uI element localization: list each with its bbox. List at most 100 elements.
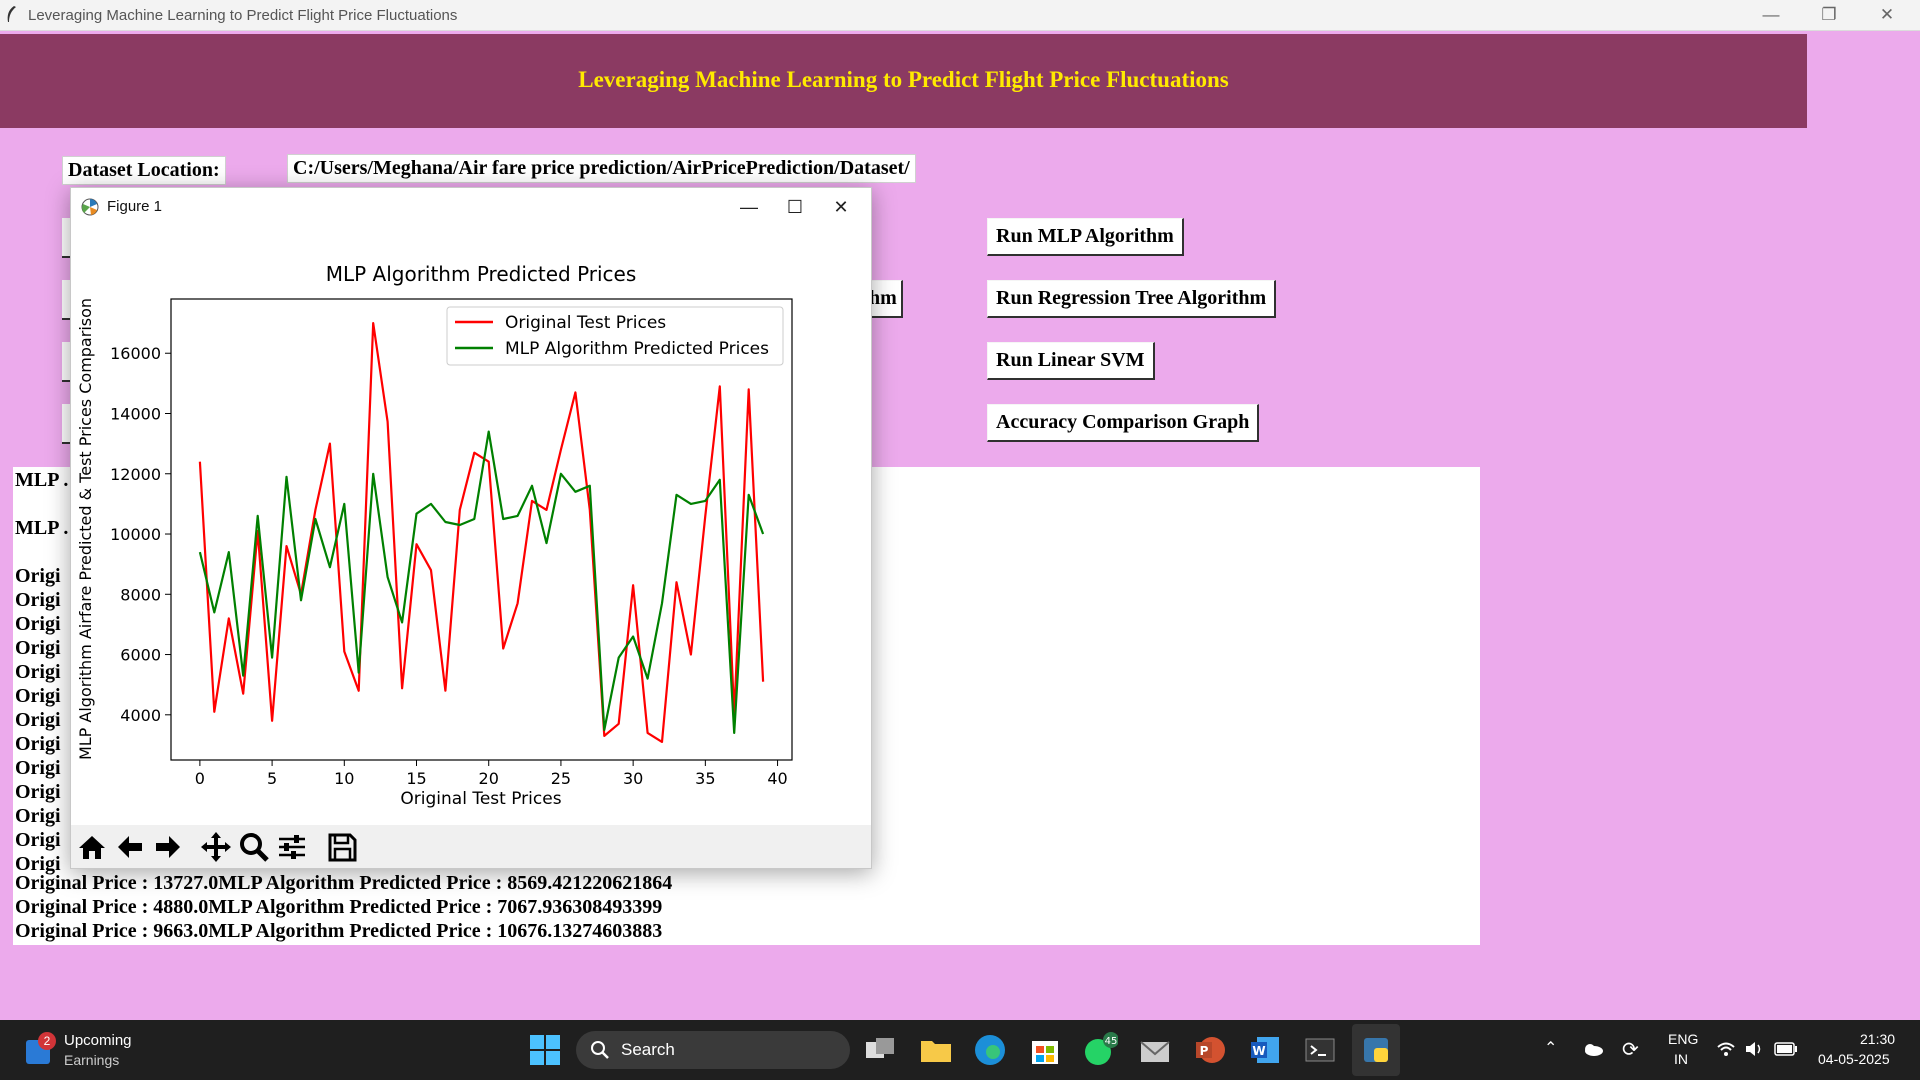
file-explorer-icon[interactable] <box>918 1032 954 1068</box>
window-title: Leveraging Machine Learning to Predict F… <box>28 7 458 24</box>
stocks-widget-icon[interactable]: 2 <box>26 1032 56 1064</box>
figure-title-bar: Figure 1 — ☐ ✕ <box>71 188 871 226</box>
volume-icon[interactable] <box>1744 1040 1764 1058</box>
legend-label-original: Original Test Prices <box>505 313 666 333</box>
x-tick-label: 20 <box>479 769 499 788</box>
close-button[interactable]: ✕ <box>1858 0 1916 30</box>
x-tick-label: 15 <box>406 769 426 788</box>
y-tick-label: 10000 <box>110 525 161 544</box>
clock-date[interactable]: 04-05-2025 <box>1818 1051 1890 1067</box>
x-tick-label: 5 <box>267 769 277 788</box>
output-line: Origi <box>15 709 61 731</box>
line-chart: 0 5 10 15 20 25 30 35 40 4000 6000 8000 10000 12000 14… <box>76 262 793 809</box>
dataset-location-label: Dataset Location: <box>62 156 226 185</box>
restore-button[interactable]: ❐ <box>1800 0 1858 30</box>
output-line: Origi <box>15 733 61 755</box>
output-line: Original Price : 9663.0MLP Algorithm Pre… <box>15 920 663 942</box>
y-tick-label: 8000 <box>120 585 161 604</box>
onedrive-icon[interactable] <box>1582 1041 1604 1057</box>
x-tick-label: 40 <box>767 769 787 788</box>
widget-title[interactable]: Upcoming <box>64 1032 132 1049</box>
search-placeholder: Search <box>621 1040 675 1059</box>
wifi-icon[interactable] <box>1716 1040 1736 1058</box>
x-axis-label: Original Test Prices <box>400 789 561 809</box>
run-mlp-button[interactable]: Run MLP Algorithm <box>987 218 1184 256</box>
save-icon[interactable] <box>325 830 359 864</box>
chart-title: MLP Algorithm Predicted Prices <box>326 262 637 286</box>
mail-icon[interactable] <box>1137 1032 1173 1068</box>
search-icon <box>591 1041 609 1059</box>
y-tick-label: 12000 <box>110 465 161 484</box>
app-header: Leveraging Machine Learning to Predict F… <box>0 34 1807 128</box>
region-indicator: IN <box>1674 1051 1688 1067</box>
word-icon[interactable]: W <box>1247 1032 1283 1068</box>
svg-text:W: W <box>1252 1044 1265 1058</box>
svg-text:45: 45 <box>1105 1036 1118 1047</box>
output-line: MLP . <box>15 469 69 491</box>
x-tick-label: 30 <box>623 769 643 788</box>
chevron-up-icon[interactable]: ⌃ <box>1544 1038 1557 1058</box>
page-title: Leveraging Machine Learning to Predict F… <box>578 67 1229 92</box>
edge-icon[interactable] <box>972 1032 1008 1068</box>
y-axis-label: MLP Algorithm Airfare Predicted & Test P… <box>76 298 95 760</box>
window-title-bar: Leveraging Machine Learning to Predict F… <box>0 0 1920 31</box>
figure-toolbar <box>71 825 871 868</box>
x-tick-label: 10 <box>334 769 354 788</box>
feather-icon <box>7 6 16 22</box>
output-line: Original Price : 4880.0MLP Algorithm Pre… <box>15 896 663 918</box>
accuracy-comparison-button[interactable]: Accuracy Comparison Graph <box>987 404 1260 442</box>
whatsapp-icon[interactable]: 45 <box>1082 1032 1118 1068</box>
back-icon[interactable] <box>113 830 147 864</box>
run-linear-svm-button[interactable]: Run Linear SVM <box>987 342 1155 380</box>
taskbar: 2 Upcoming Earnings Search 45 P W ⌃ ⟳ EN… <box>0 1020 1920 1080</box>
figure-window[interactable]: Figure 1 — ☐ ✕ 0 5 10 15 20 25 30 35 40 4000 6000 8… <box>70 187 872 869</box>
windows-start-icon[interactable] <box>527 1032 563 1068</box>
search-box[interactable]: Search <box>576 1031 850 1069</box>
output-line: Origi <box>15 781 61 803</box>
clock-time[interactable]: 21:30 <box>1860 1031 1895 1047</box>
y-tick-label: 14000 <box>110 404 161 423</box>
terminal-icon[interactable] <box>1302 1032 1338 1068</box>
y-tick-label: 16000 <box>110 344 161 363</box>
output-line: Origi <box>15 565 61 587</box>
y-tick-label: 4000 <box>120 706 161 725</box>
minimize-button[interactable]: — <box>1742 0 1800 30</box>
task-view-icon[interactable] <box>862 1032 898 1068</box>
configure-icon[interactable] <box>275 830 309 864</box>
sync-icon[interactable]: ⟳ <box>1622 1037 1639 1062</box>
battery-icon[interactable] <box>1774 1042 1798 1056</box>
pan-icon[interactable] <box>199 830 233 864</box>
widget-subtitle: Earnings <box>64 1052 120 1068</box>
forward-icon[interactable] <box>151 830 185 864</box>
home-icon[interactable] <box>75 830 109 864</box>
legend-label-predicted: MLP Algorithm Predicted Prices <box>505 339 769 359</box>
run-regression-tree-button[interactable]: Run Regression Tree Algorithm <box>987 280 1277 318</box>
x-tick-label: 0 <box>195 769 205 788</box>
zoom-icon[interactable] <box>237 830 271 864</box>
dataset-path-field[interactable]: C:/Users/Meghana/Air fare price predicti… <box>287 154 916 183</box>
output-line: Origi <box>15 637 61 659</box>
x-tick-label: 35 <box>695 769 715 788</box>
output-line: Origi <box>15 829 61 851</box>
output-line: Origi <box>15 805 61 827</box>
y-tick-label: 6000 <box>120 646 161 665</box>
store-icon[interactable] <box>1027 1032 1063 1068</box>
output-line: MLP . <box>15 517 69 539</box>
output-line: Origi <box>15 685 61 707</box>
series-line-original <box>198 321 765 744</box>
python-icon[interactable] <box>1358 1032 1394 1068</box>
language-indicator[interactable]: ENG <box>1668 1031 1698 1047</box>
legend: Original Test Prices MLP Algorithm Predi… <box>446 306 784 366</box>
output-line: Origi <box>15 589 61 611</box>
figure-title: Figure 1 <box>107 198 163 215</box>
output-line: Origi <box>15 613 61 635</box>
figure-close-button[interactable]: ✕ <box>813 188 869 226</box>
output-line: Original Price : 13727.0MLP Algorithm Pr… <box>15 872 673 894</box>
plot-frame <box>170 298 793 761</box>
output-line: Origi <box>15 757 61 779</box>
x-tick-label: 25 <box>551 769 571 788</box>
powerpoint-icon[interactable]: P <box>1192 1032 1228 1068</box>
matplotlib-icon <box>81 198 99 216</box>
output-line: Origi <box>15 661 61 683</box>
svg-text:P: P <box>1200 1044 1209 1058</box>
